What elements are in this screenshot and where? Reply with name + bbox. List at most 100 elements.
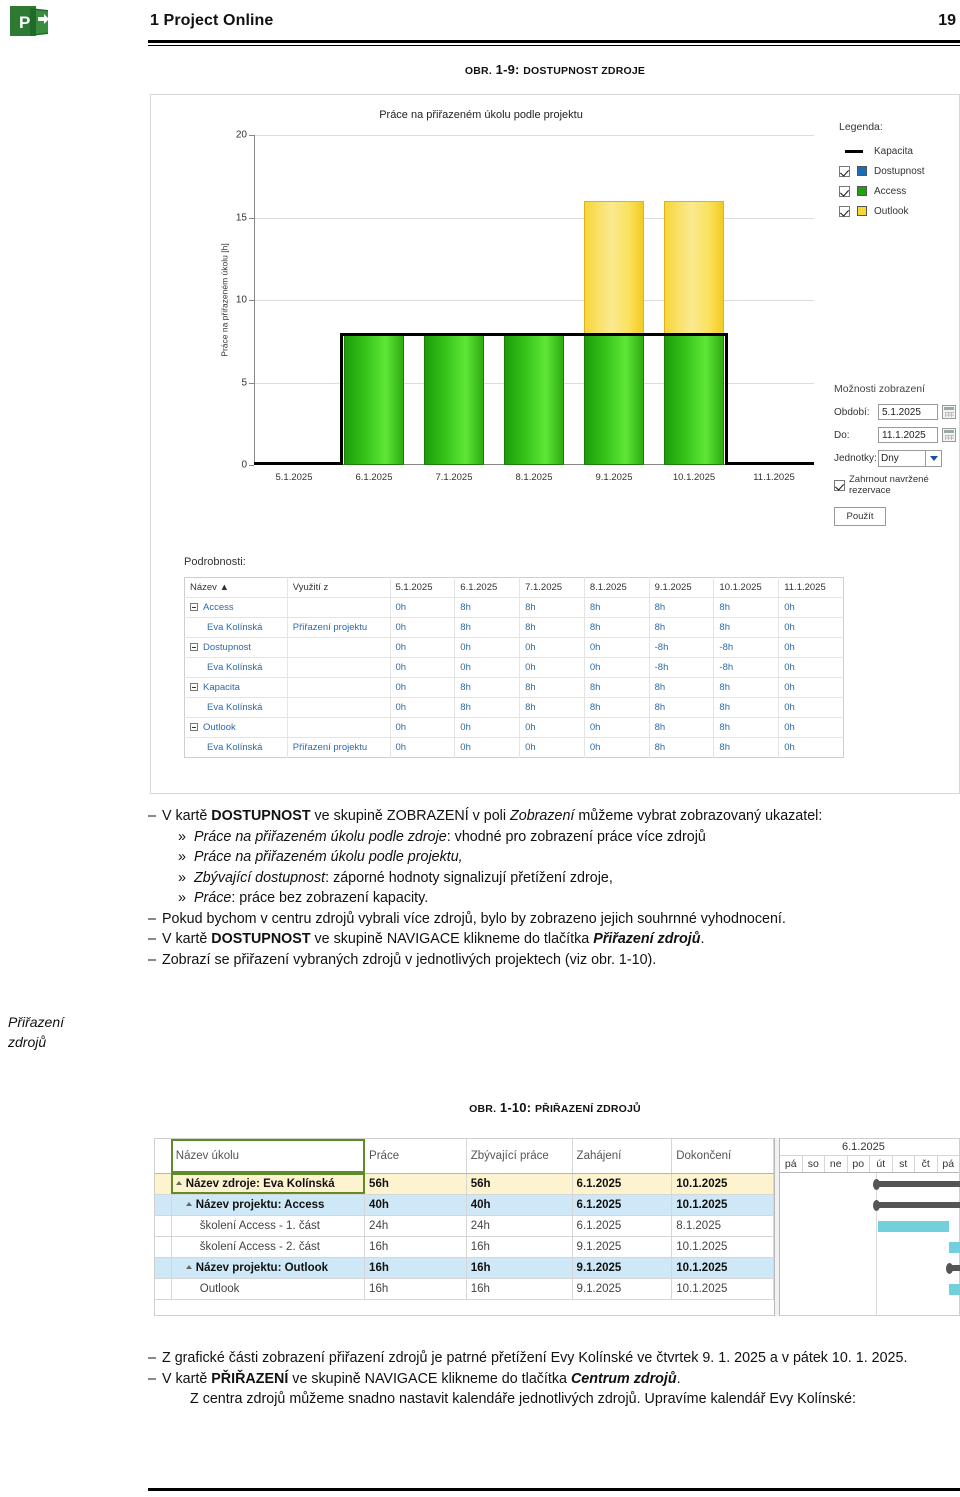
gantt-grid-pane: Název úkolu Práce Zbývající práce Zaháje… — [154, 1138, 774, 1316]
details-value-cell: 8h — [713, 717, 780, 738]
table-row[interactable]: Outlook 0h 0h 0h 0h 8h 8h 0h — [184, 717, 844, 738]
table-row[interactable]: školení Access - 2. část 16h 16h 9.1.2025 10… — [155, 1236, 774, 1258]
xtick-label-6: 10.1.2025 — [672, 472, 716, 483]
ytick-label-0: 0 — [241, 459, 247, 471]
details-usage-cell — [287, 717, 391, 738]
include-proposed-row[interactable]: Zahrnout navržené rezervace — [834, 474, 959, 496]
details-value-cell: 8h — [454, 677, 521, 698]
units-row: Jednotky: Dny — [834, 450, 959, 467]
task-name-cell[interactable]: školení Access - 2. část — [171, 1236, 366, 1258]
details-col-usage[interactable]: Využití z — [287, 577, 391, 598]
apply-button[interactable]: Použít — [834, 507, 886, 526]
details-resource-name[interactable]: Eva Kolínská — [184, 737, 288, 758]
gantt-task-bar[interactable] — [949, 1242, 960, 1253]
table-row[interactable]: Kapacita 0h 8h 8h 8h 8h 8h 0h — [184, 677, 844, 698]
table-row[interactable]: Outlook 16h 16h 9.1.2025 10.1.2025 — [155, 1278, 774, 1300]
details-value-cell: 0h — [390, 737, 456, 758]
row-select-cell[interactable] — [155, 1173, 172, 1195]
table-row[interactable]: Eva Kolínská 0h 8h 8h 8h 8h 8h 0h — [184, 697, 844, 718]
col-header-task-name[interactable]: Název úkolu — [171, 1139, 366, 1174]
details-col-name[interactable]: Název ▲ — [184, 577, 288, 598]
to-input[interactable]: 11.1.2025 — [878, 427, 938, 443]
table-row[interactable]: Název zdroje: Eva Kolínská 56h 56h 6.1.2025… — [155, 1173, 774, 1195]
p1-mid2: v poli — [468, 808, 511, 824]
row-select-cell[interactable] — [155, 1257, 172, 1279]
table-row[interactable]: školení Access - 1. část 24h 24h 6.1.2025 8.… — [155, 1215, 774, 1237]
finish-cell: 10.1.2025 — [671, 1194, 774, 1216]
closing-text-block: Z grafické části zobrazení přiřazení zdr… — [148, 1348, 960, 1410]
details-value-cell: 8h — [584, 597, 650, 618]
collapse-icon[interactable] — [190, 683, 198, 692]
task-name-cell[interactable]: Název zdroje: Eva Kolínská — [171, 1173, 366, 1195]
timeline-day-cell: st — [893, 1156, 915, 1172]
collapse-triangle-icon[interactable] — [185, 1265, 192, 1270]
capacity-line-seg-left — [254, 462, 340, 465]
start-cell: 6.1.2025 — [572, 1194, 673, 1216]
collapse-icon[interactable] — [190, 723, 198, 732]
units-select[interactable]: Dny — [878, 450, 926, 467]
details-value-cell: 8h — [649, 677, 715, 698]
checkbox-icon-dostupnost[interactable] — [839, 165, 850, 177]
task-name-cell[interactable]: školení Access - 1. část — [171, 1215, 366, 1237]
legend-item-outlook[interactable]: Outlook — [839, 201, 959, 221]
ytick-mark-5 — [249, 382, 254, 384]
row-select-cell[interactable] — [155, 1194, 172, 1216]
figure-1-10-caption: OBR. 1-10: PŘIŘAZENÍ ZDROJŮ — [150, 1100, 960, 1115]
details-resource-name[interactable]: Eva Kolínská — [184, 617, 288, 638]
chevron-down-icon-units[interactable] — [926, 450, 942, 467]
details-resource-name[interactable]: Eva Kolínská — [184, 657, 288, 678]
details-value-cell: 8h — [454, 617, 521, 638]
col-header-remaining-work[interactable]: Zbývající práce — [466, 1139, 573, 1174]
task-name-cell[interactable]: Outlook — [171, 1278, 366, 1300]
table-row[interactable]: Název projektu: Access 40h 40h 6.1.2025 10.1… — [155, 1194, 774, 1216]
legend-item-dostupnost[interactable]: Dostupnost — [839, 161, 959, 181]
gantt-task-bar[interactable] — [949, 1284, 960, 1295]
body-text-block: V kartě DOSTUPNOST ve skupině ZOBRAZENÍ … — [148, 806, 960, 971]
gantt-summary-bar[interactable] — [876, 1202, 960, 1208]
checkbox-icon-access[interactable] — [839, 185, 850, 197]
checkbox-icon-include-proposed[interactable] — [834, 479, 845, 491]
collapse-icon[interactable] — [190, 603, 198, 612]
row-select-cell[interactable] — [155, 1278, 172, 1300]
ytick-label-10: 10 — [235, 294, 247, 306]
details-group-name[interactable]: Outlook — [184, 717, 288, 738]
task-name-cell[interactable]: Název projektu: Outlook — [171, 1257, 366, 1279]
row-select-cell[interactable] — [155, 1215, 172, 1237]
calendar-icon-period[interactable] — [942, 405, 956, 419]
gantt-task-bar[interactable] — [878, 1221, 949, 1232]
details-resource-name[interactable]: Eva Kolínská — [184, 697, 288, 718]
collapse-triangle-icon[interactable] — [185, 1202, 192, 1207]
calendar-icon-to[interactable] — [942, 428, 956, 442]
gantt-summary-endpoint — [946, 1263, 953, 1274]
collapse-icon[interactable] — [190, 643, 198, 652]
bar-access-8-1 — [504, 333, 564, 465]
gantt-summary-bar[interactable] — [876, 1181, 960, 1187]
col-header-work[interactable]: Práce — [364, 1139, 467, 1174]
col-header-start[interactable]: Zahájení — [572, 1139, 673, 1174]
details-value-cell: 8h — [649, 597, 715, 618]
period-input[interactable]: 5.1.2025 — [878, 404, 938, 420]
col-header-finish[interactable]: Dokončení — [671, 1139, 774, 1174]
row-select-cell[interactable] — [155, 1236, 172, 1258]
c2-mid: ve skupině — [288, 1370, 365, 1387]
work-cell: 16h — [364, 1236, 467, 1258]
details-group-name[interactable]: Kapacita — [184, 677, 288, 698]
table-row[interactable]: Eva Kolínská Přiřazení projektu 0h 0h 0h 0h 8h… — [184, 737, 844, 758]
table-row[interactable]: Access 0h 8h 8h 8h 8h 8h 0h — [184, 597, 844, 618]
details-value-cell: 0h — [784, 742, 795, 753]
details-usage-cell: Přiřazení projektu — [287, 617, 391, 638]
ytick-mark-0 — [249, 465, 254, 466]
collapse-triangle-icon[interactable] — [175, 1181, 182, 1186]
table-row[interactable]: Název projektu: Outlook 16h 16h 9.1.2025 10.… — [155, 1257, 774, 1279]
table-row[interactable]: Dostupnost 0h 0h 0h 0h -8h -8h 0h — [184, 637, 844, 658]
details-group-name[interactable]: Access — [184, 597, 288, 618]
table-row[interactable]: Eva Kolínská 0h 0h 0h 0h -8h -8h 0h — [184, 657, 844, 678]
task-name-cell[interactable]: Název projektu: Access — [171, 1194, 366, 1216]
checkbox-icon-outlook[interactable] — [839, 205, 850, 217]
details-group-name[interactable]: Dostupnost — [184, 637, 288, 658]
legend-title: Legenda: — [839, 121, 883, 133]
legend-item-access[interactable]: Access — [839, 181, 959, 201]
table-row[interactable]: Eva Kolínská Přiřazení projektu 0h 8h 8h 8h 8h… — [184, 617, 844, 638]
caption-prefix: OBR. — [464, 65, 492, 77]
details-col-d4: 8.1.2025 — [584, 577, 650, 598]
